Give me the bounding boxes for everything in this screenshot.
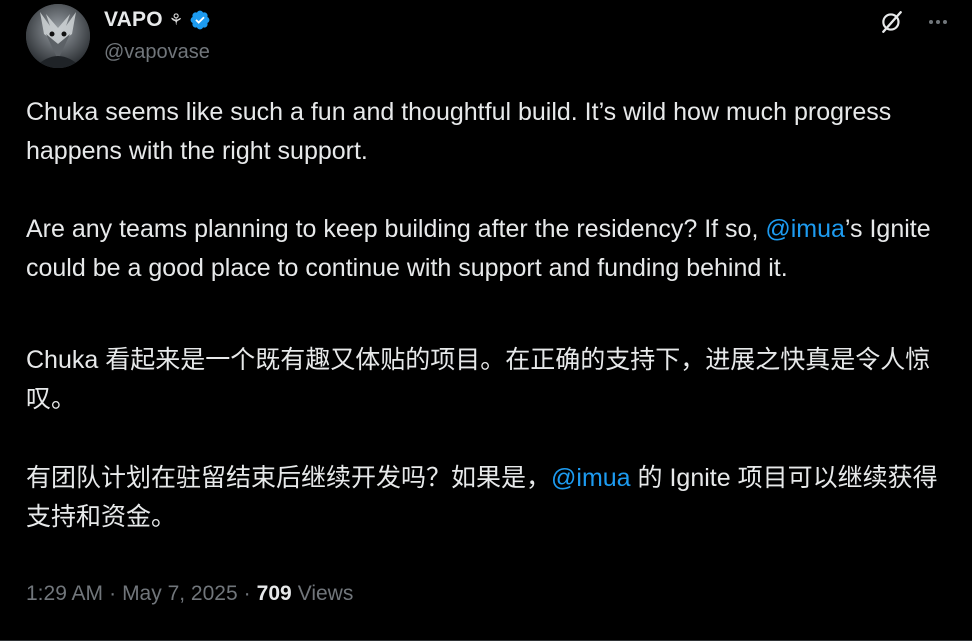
tweet-text-en-1: Chuka seems like such a fun and thoughtf…: [26, 98, 892, 165]
tweet-meta: 1:29 AM · May 7, 2025 · 709 Views: [26, 582, 353, 606]
tweet-actions-top: [876, 6, 954, 38]
mention-link[interactable]: @imua: [551, 464, 631, 492]
tweet-time[interactable]: 1:29 AM: [26, 582, 103, 606]
author-name-row[interactable]: VAPO ⚘: [104, 8, 211, 32]
more-icon[interactable]: [922, 6, 954, 38]
meta-separator: ·: [109, 582, 117, 605]
meta-separator: ·: [243, 582, 251, 605]
tweet-text-zh-1: Chuka 看起来是一个既有趣又体贴的项目。在正确的支持下，进展之快真是令人惊叹…: [26, 346, 931, 413]
author-handle[interactable]: @vapovase: [104, 41, 210, 64]
views-count[interactable]: 709: [257, 582, 292, 606]
grok-icon[interactable]: [876, 6, 908, 38]
display-name[interactable]: VAPO: [104, 8, 163, 32]
avatar[interactable]: [26, 4, 90, 68]
tweet-text-zh-2: 有团队计划在驻留结束后继续开发吗？如果是，@imua 的 Ignite 项目可以…: [26, 459, 956, 537]
tweet-date[interactable]: May 7, 2025: [122, 582, 238, 606]
mention-link[interactable]: @imua: [765, 215, 845, 243]
tweet-text-segment: Are any teams planning to keep building …: [26, 215, 766, 243]
more-icon-svg: [929, 20, 947, 24]
avatar-image: [26, 4, 90, 68]
views-label: Views: [297, 582, 354, 605]
badge-emoji-icon: ⚘: [168, 12, 184, 29]
verified-badge-icon[interactable]: [189, 9, 211, 31]
grok-icon-svg: [882, 11, 902, 33]
tweet-text-en-2: Are any teams planning to keep building …: [26, 210, 956, 288]
tweet-text-segment: 有团队计划在驻留结束后继续开发吗？如果是，: [26, 464, 552, 492]
